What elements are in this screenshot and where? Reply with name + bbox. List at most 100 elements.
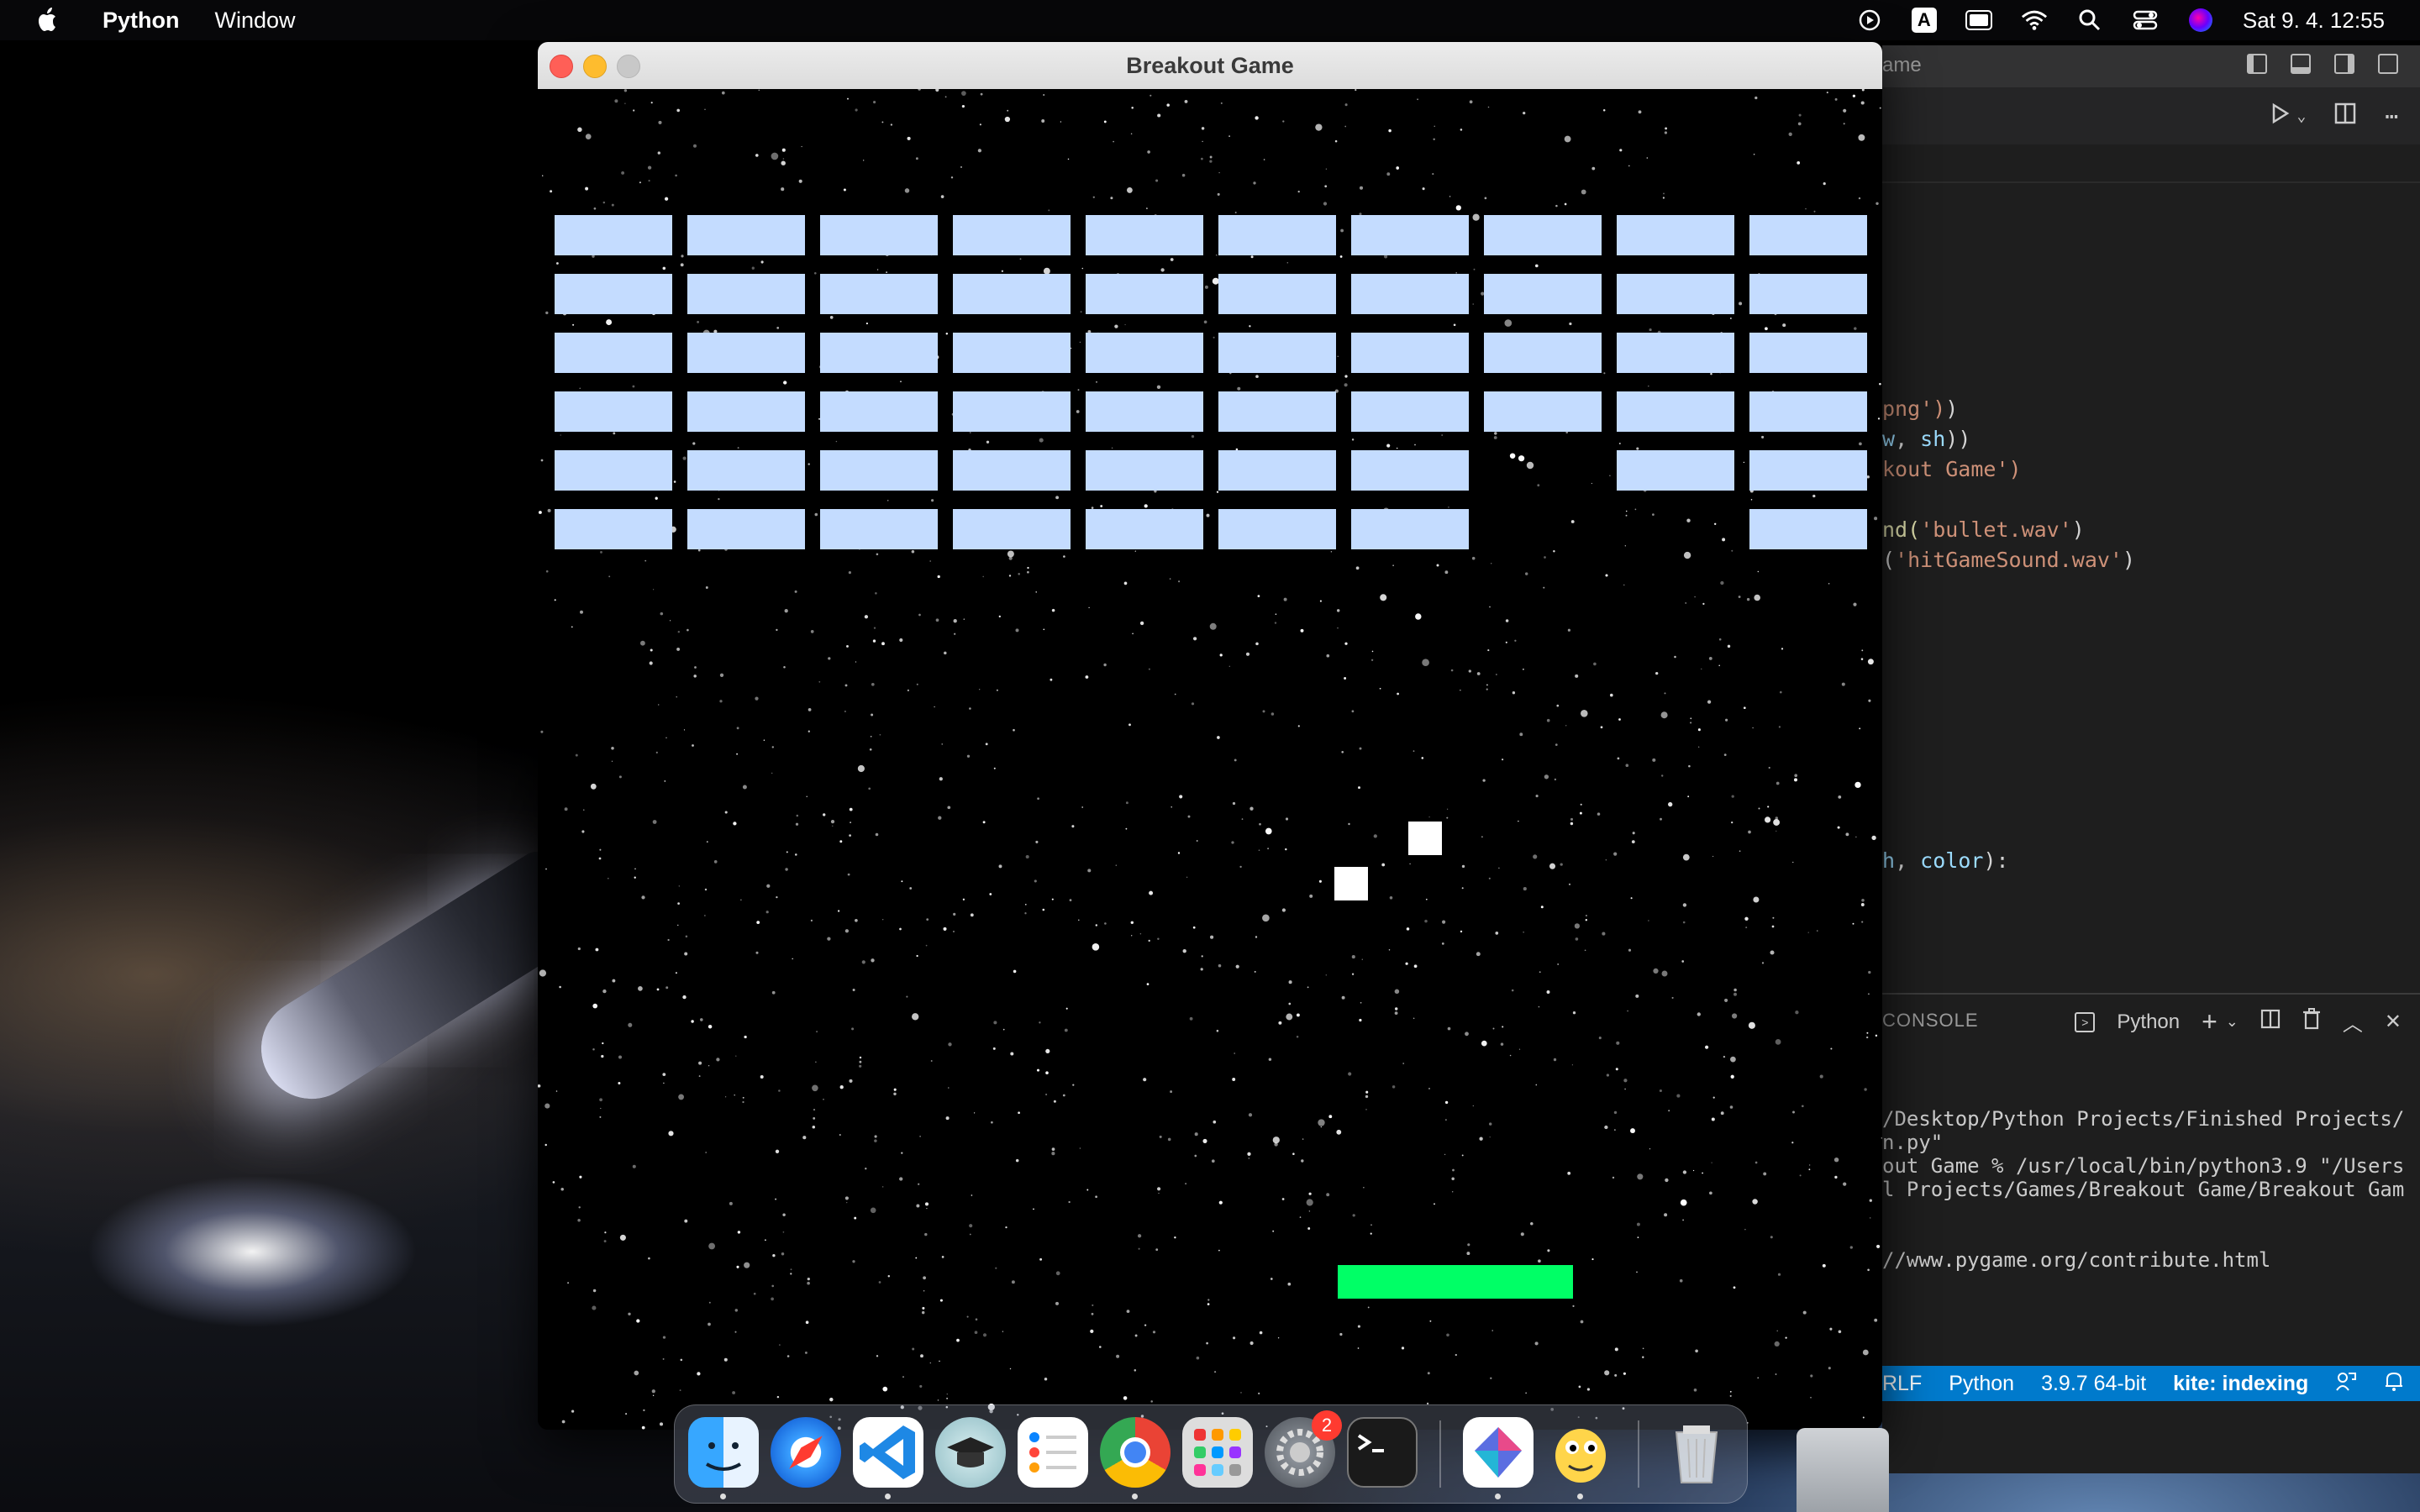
brick: [1484, 333, 1602, 373]
brick: [1749, 274, 1867, 314]
status-interpreter[interactable]: 3.9.7 64-bit: [2041, 1372, 2146, 1396]
new-terminal-icon[interactable]: +: [2202, 1006, 2217, 1037]
brick: [1218, 274, 1336, 314]
trash-icon[interactable]: [2302, 1008, 2321, 1036]
running-indicator: [885, 1494, 891, 1499]
vscode-window-title: ame: [1882, 54, 1922, 76]
brick: [1351, 333, 1469, 373]
dock-launchpad[interactable]: [1182, 1417, 1253, 1488]
brick: [1617, 333, 1734, 373]
brick: [1218, 391, 1336, 432]
breakout-game-window[interactable]: Breakout Game: [538, 42, 1882, 1430]
brick: [1351, 274, 1469, 314]
code-token: ,: [1895, 848, 1921, 873]
dock-trash[interactable]: [1661, 1417, 1732, 1488]
active-app-name[interactable]: Python: [103, 8, 180, 34]
dock-visual-studio-code[interactable]: [853, 1417, 923, 1488]
menu-bar-clock[interactable]: Sat 9. 4. 12:55: [2243, 8, 2385, 34]
code-token: )): [1945, 427, 1971, 451]
game-canvas[interactable]: [538, 89, 1882, 1430]
brick: [820, 450, 938, 491]
chevron-down-icon[interactable]: ⌄: [2226, 1013, 2238, 1031]
code-line: nd('bullet.wav'): [1882, 517, 2085, 542]
menu-window[interactable]: Window: [215, 8, 296, 34]
status-eol[interactable]: RLF: [1882, 1372, 1922, 1396]
hard-drive-icon[interactable]: [1797, 1428, 1889, 1512]
vscode-window[interactable]: ame ⌄ ⋯ png')) w, sh)) kout Game') nd('bull…: [1882, 45, 2420, 1473]
apple-menu-icon[interactable]: [35, 7, 60, 34]
code-token: png'): [1882, 396, 1946, 421]
terminal-line: n.py": [1882, 1131, 1944, 1154]
input-source-icon[interactable]: A: [1911, 8, 1937, 33]
vscode-titlebar: ame: [1882, 45, 2420, 87]
code-token: w: [1882, 427, 1896, 451]
terminal-name[interactable]: Python: [2117, 1011, 2180, 1034]
more-actions-icon[interactable]: ⋯: [2385, 104, 2398, 129]
split-terminal-icon[interactable]: [2260, 1009, 2281, 1035]
status-language[interactable]: Python: [1949, 1372, 2014, 1396]
menu-bar: Python Window A Sat 9. 4. 12:55: [0, 0, 2420, 40]
customize-layout-icon[interactable]: [2378, 54, 2398, 74]
siri-icon[interactable]: [2187, 7, 2214, 34]
brick: [1617, 450, 1734, 491]
brick: [1086, 274, 1203, 314]
dock-google-chrome[interactable]: [1100, 1417, 1171, 1488]
feedback-icon[interactable]: [2335, 1370, 2357, 1398]
terminal-line: /Desktop/Python Projects/Finished Projec…: [1882, 1107, 2405, 1131]
panel-actions: > Python + ⌄ ︿ ✕: [2075, 1006, 2402, 1037]
brick: [687, 509, 805, 549]
game-window-titlebar[interactable]: Breakout Game: [538, 42, 1882, 90]
brick: [1749, 509, 1867, 549]
paddle: [1338, 1265, 1573, 1299]
toggle-panel-icon[interactable]: [2291, 54, 2311, 74]
brick: [820, 274, 938, 314]
brick: [1351, 450, 1469, 491]
dock-system-preferences[interactable]: 2: [1265, 1410, 1342, 1488]
brick: [687, 274, 805, 314]
editor-actions: ⌄ ⋯: [2270, 102, 2398, 130]
chevron-down-icon[interactable]: ⌄: [2297, 108, 2307, 125]
code-line: ('hitGameSound.wav'): [1882, 548, 2135, 572]
battery-icon[interactable]: [1965, 7, 1992, 34]
toggle-sidebar-icon[interactable]: [2247, 54, 2267, 74]
spotlight-search-icon[interactable]: [2076, 7, 2103, 34]
dock-student-app[interactable]: [935, 1417, 1006, 1488]
brick: [1351, 215, 1469, 255]
wifi-icon[interactable]: [2021, 7, 2048, 34]
dock-python-game[interactable]: [1545, 1417, 1616, 1488]
code-line: kout Game'): [1882, 457, 2022, 481]
brick: [1484, 215, 1602, 255]
dock-terminal[interactable]: [1347, 1417, 1418, 1488]
code-line: png')): [1882, 396, 1958, 421]
notifications-bell-icon[interactable]: [2384, 1370, 2404, 1398]
running-indicator: [1495, 1494, 1501, 1499]
brick: [1484, 391, 1602, 432]
code-token: sh: [1920, 427, 1946, 451]
brick: [953, 450, 1071, 491]
control-center-icon[interactable]: [2132, 7, 2159, 34]
brick: [555, 333, 672, 373]
dock-safari[interactable]: [771, 1417, 841, 1488]
status-menus: A Sat 9. 4. 12:55: [1856, 0, 2385, 40]
split-editor-icon[interactable]: [2334, 102, 2356, 130]
bottom-panel: CONSOLE > Python + ⌄ ︿ ✕ /Desktop/Python…: [1882, 993, 2420, 1406]
brick: [687, 450, 805, 491]
dock: 2: [674, 1404, 1748, 1504]
code-token: 'bullet.wav': [1920, 517, 2072, 542]
close-icon[interactable]: ✕: [2385, 1010, 2402, 1034]
screen-recording-icon[interactable]: [1856, 7, 1883, 34]
dock-finder[interactable]: [688, 1417, 759, 1488]
dock-reminders[interactable]: [1018, 1417, 1088, 1488]
vscode-status-bar: RLF Python 3.9.7 64-bit kite: indexing: [1882, 1366, 2420, 1401]
run-python-file-icon[interactable]: [2270, 102, 2291, 130]
brick: [555, 215, 672, 255]
brick: [1351, 391, 1469, 432]
brick: [1749, 450, 1867, 491]
status-kite[interactable]: kite: indexing: [2173, 1372, 2308, 1396]
terminal-line: out Game % /usr/local/bin/python3.9 "/Us…: [1882, 1154, 2405, 1178]
toggle-secondary-sidebar-icon[interactable]: [2334, 54, 2354, 74]
tab-debug-console[interactable]: CONSOLE: [1882, 1010, 1979, 1032]
dock-python-launcher[interactable]: [1463, 1417, 1534, 1488]
maximize-panel-icon[interactable]: ︿: [2343, 1007, 2363, 1037]
code-line: h, color):: [1882, 848, 2009, 873]
